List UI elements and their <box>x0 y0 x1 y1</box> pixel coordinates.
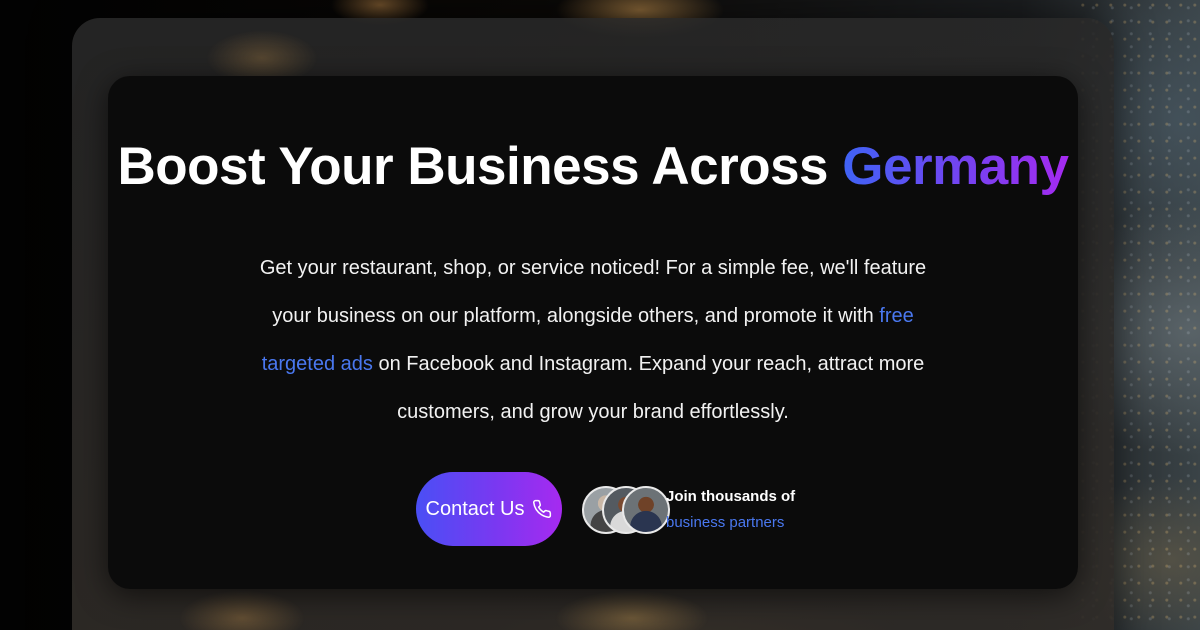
partners-line1: Join thousands of <box>666 488 796 505</box>
hero-description: Get your restaurant, shop, or service no… <box>248 244 938 436</box>
hero-card: Boost Your Business Across Germany Get y… <box>108 76 1078 589</box>
phone-icon <box>532 499 552 519</box>
description-text: Get your restaurant, shop, or service no… <box>259 257 927 327</box>
description-text-end: on Facebook and Instagram. Expand your r… <box>372 353 925 423</box>
page: Boost Your Business Across Germany Get y… <box>0 0 1200 630</box>
partners-text: Join thousands of business partners <box>666 484 795 536</box>
headline-accent: Germany <box>842 137 1069 196</box>
partners-line2: business partners <box>666 514 785 531</box>
headline-main: Boost Your Business Across <box>117 137 843 196</box>
partner-avatars <box>582 486 670 534</box>
cta-row: Contact Us Join thousands of business pa… <box>108 472 1078 548</box>
contact-us-label: Contact Us <box>425 497 525 520</box>
contact-us-button[interactable]: Contact Us <box>416 472 562 546</box>
hero-headline: Boost Your Business Across Germany <box>108 134 1078 200</box>
avatar <box>622 486 670 534</box>
